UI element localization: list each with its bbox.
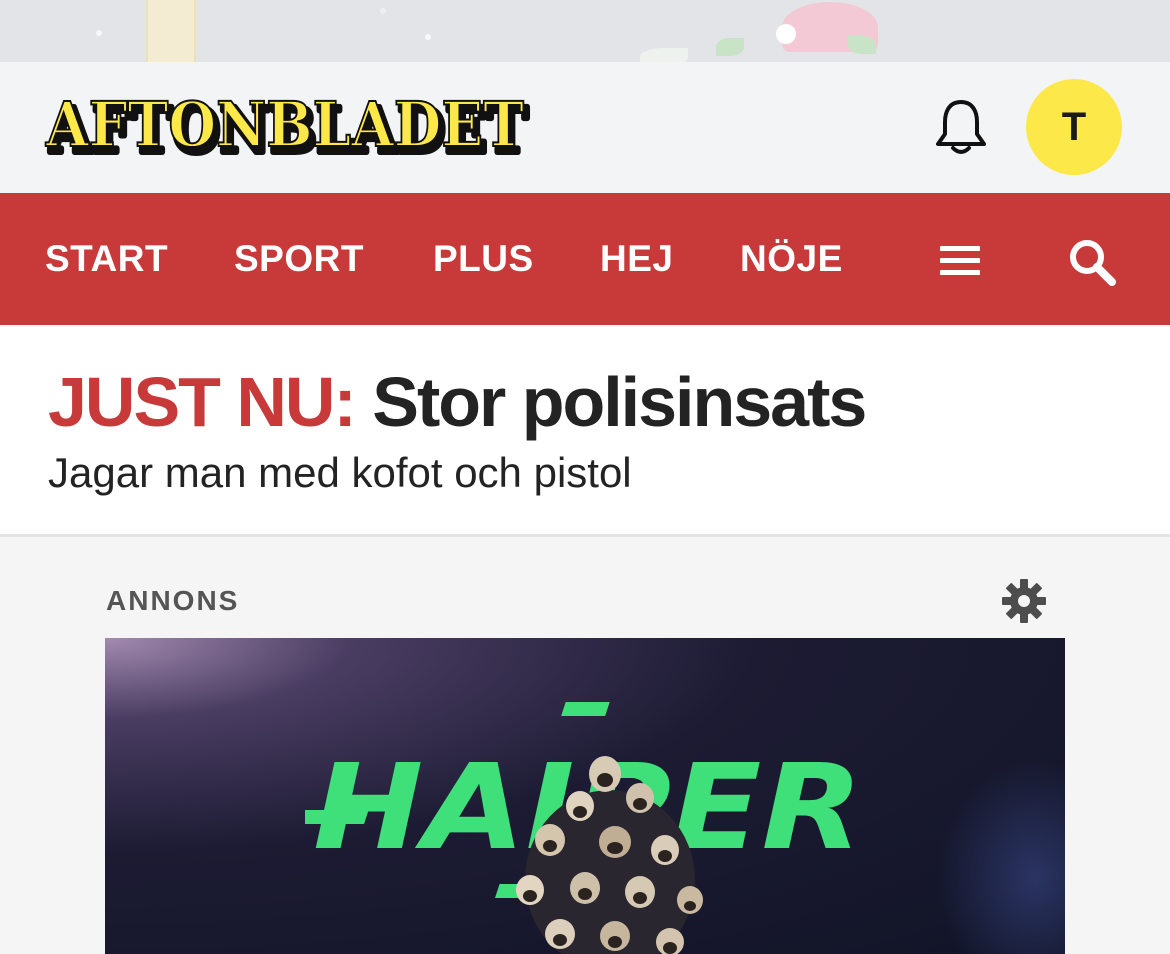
ad-background-glow (935, 758, 1065, 954)
search-icon[interactable] (1066, 236, 1118, 288)
nav-item-hej[interactable]: HEJ (600, 237, 673, 281)
gear-icon[interactable] (1000, 577, 1048, 625)
nav-item-sport[interactable]: SPORT (234, 237, 364, 281)
decorative-sparkle (96, 30, 102, 36)
decorative-stripe (146, 0, 196, 62)
ad-label: ANNONS (106, 585, 240, 616)
breaking-news-headline[interactable]: JUST NU: Stor polisinsats (48, 362, 867, 442)
aftonbladet-logo[interactable]: AFTONBLADET AFTONBLADET (44, 86, 534, 166)
decorative-cloud (640, 48, 688, 62)
notification-bell-icon[interactable] (934, 98, 988, 156)
ad-banner-image[interactable]: HAIPER (105, 638, 1065, 954)
logo-text: AFTONBLADET (45, 88, 524, 161)
decorative-leaf (848, 36, 876, 54)
main-navigation (0, 193, 1170, 325)
top-decoration-banner (0, 0, 1170, 62)
decorative-sparkle (380, 8, 386, 14)
nav-item-noje[interactable]: NÖJE (740, 237, 843, 281)
breaking-news-title: Stor polisinsats (372, 363, 867, 441)
breaking-news-subtitle[interactable]: Jagar man med kofot och pistol (48, 448, 632, 498)
decorative-hat-ball (776, 24, 796, 44)
user-avatar[interactable]: T (1026, 79, 1122, 175)
brand-accent-bar (561, 702, 610, 716)
breaking-news-label: JUST NU: (48, 363, 357, 441)
pug-cluster-image (516, 756, 703, 954)
brand-accent-bar (305, 810, 369, 824)
hamburger-menu-icon[interactable] (940, 243, 982, 277)
decorative-sparkle (425, 34, 431, 40)
nav-item-start[interactable]: START (45, 237, 168, 281)
decorative-leaf (716, 38, 744, 56)
nav-item-plus[interactable]: PLUS (433, 237, 534, 281)
